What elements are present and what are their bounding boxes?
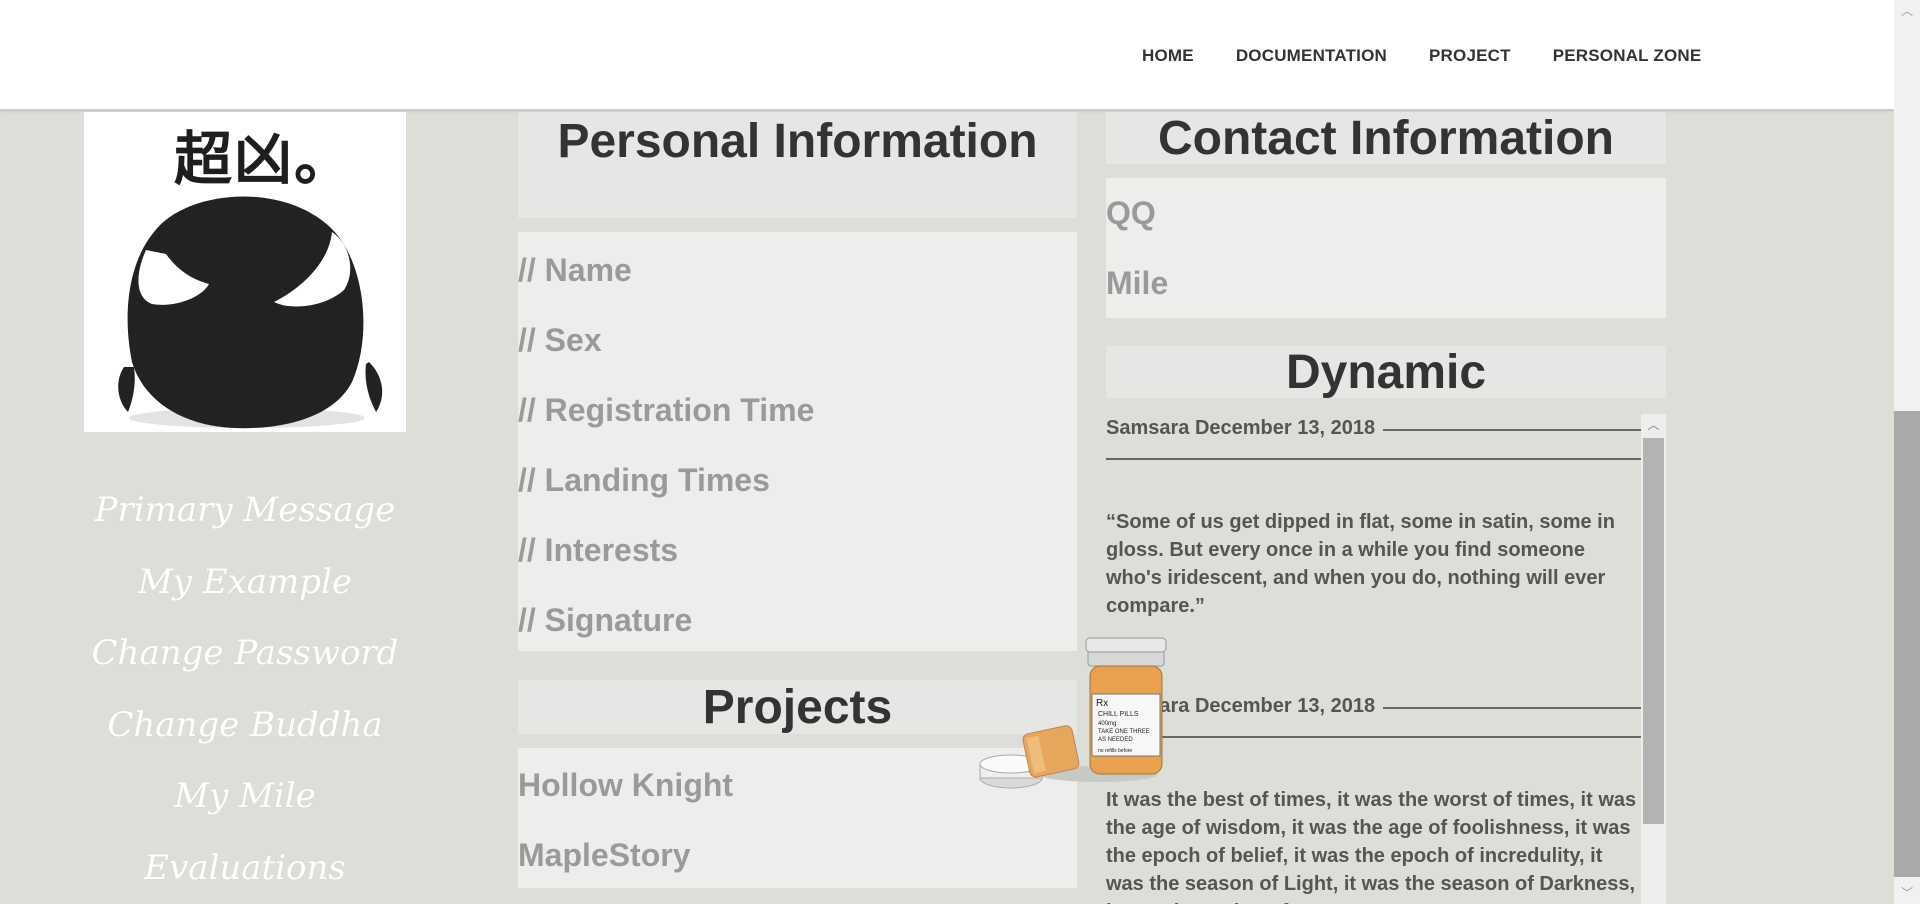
pill-label-dose: 400mg [1098, 721, 1116, 727]
side-menu-change-buddha[interactable]: Change Buddha [84, 693, 406, 765]
page-scrollbar[interactable]: ︿ ﹀ [1894, 0, 1920, 904]
field-sex: // Sex [518, 322, 602, 358]
page-scroll-down-icon[interactable]: ﹀ [1894, 882, 1920, 904]
pill-bottle-icon: Rx CHILL PILLS 400mg TAKE ONE THREE AS N… [979, 637, 1167, 789]
side-menu-my-mile[interactable]: My Mile [84, 764, 406, 836]
main-nav: HOME DOCUMENTATION PROJECT PERSONAL ZONE [1142, 46, 1701, 66]
personal-info-heading: Personal Information [518, 112, 1077, 218]
dynamic-heading: Dynamic [1106, 346, 1666, 399]
project-item[interactable]: MapleStory [518, 820, 1077, 890]
contact-info-heading: Contact Information [1106, 112, 1666, 165]
nav-project-link[interactable]: PROJECT [1429, 46, 1511, 66]
avatar-caption: 超凶。 [174, 125, 355, 193]
top-navigation-bar: HOME DOCUMENTATION PROJECT PERSONAL ZONE [0, 0, 1894, 111]
pill-label-title: CHILL PILLS [1098, 711, 1139, 718]
post-author-date: Samsara December 13, 2018 [1106, 416, 1376, 439]
pill-label-refills: no refills before [1098, 748, 1132, 754]
user-avatar[interactable]: 超凶。 [84, 112, 406, 432]
side-menu: Primary Message My Example Change Passwo… [84, 478, 406, 904]
contact-mile: Mile [1106, 265, 1169, 301]
contact-info-panel: QQ Mile [1106, 178, 1666, 318]
post-meta-rule [1383, 707, 1643, 709]
side-menu-evaluations[interactable]: Evaluations [84, 836, 406, 904]
feed-post: Samsara December 13, 2018 “Some of us ge… [1106, 412, 1643, 620]
page-scroll-thumb[interactable] [1894, 411, 1920, 877]
side-menu-primary-message[interactable]: Primary Message [84, 478, 406, 550]
contact-qq: QQ [1106, 195, 1156, 231]
post-divider [1106, 458, 1643, 460]
dynamic-feed-scroll-thumb[interactable] [1643, 438, 1664, 824]
post-meta: Samsara December 13, 2018 [1106, 412, 1643, 444]
nav-home-link[interactable]: HOME [1142, 46, 1194, 66]
nav-personal-zone-link[interactable]: PERSONAL ZONE [1553, 46, 1702, 66]
dynamic-feed-scrollbar[interactable]: ︿ [1641, 414, 1666, 904]
nav-documentation-link[interactable]: DOCUMENTATION [1236, 46, 1387, 66]
dynamic-feed[interactable]: Samsara December 13, 2018 “Some of us ge… [1106, 412, 1666, 904]
field-name: // Name [518, 252, 632, 288]
side-menu-my-example[interactable]: My Example [84, 550, 406, 622]
post-meta-rule [1383, 429, 1643, 431]
personal-info-panel: // Name // Sex // Registration Time // L… [518, 232, 1077, 651]
side-menu-change-password[interactable]: Change Password [84, 621, 406, 693]
scroll-up-icon[interactable]: ︿ [1641, 414, 1666, 436]
field-interests: // Interests [518, 532, 679, 568]
field-landing-times: // Landing Times [518, 462, 770, 498]
pill-label-instruction: TAKE ONE THREE [1098, 729, 1150, 735]
page-scroll-up-icon[interactable]: ︿ [1894, 0, 1920, 22]
pill-bottle-decoration: Rx CHILL PILLS 400mg TAKE ONE THREE AS N… [978, 632, 1188, 807]
pill-label-as-needed: AS NEEDED [1098, 737, 1133, 743]
field-registration-time: // Registration Time [518, 392, 815, 428]
pill-label-rx: Rx [1096, 698, 1108, 709]
post-body: “Some of us get dipped in flat, some in … [1106, 511, 1615, 617]
